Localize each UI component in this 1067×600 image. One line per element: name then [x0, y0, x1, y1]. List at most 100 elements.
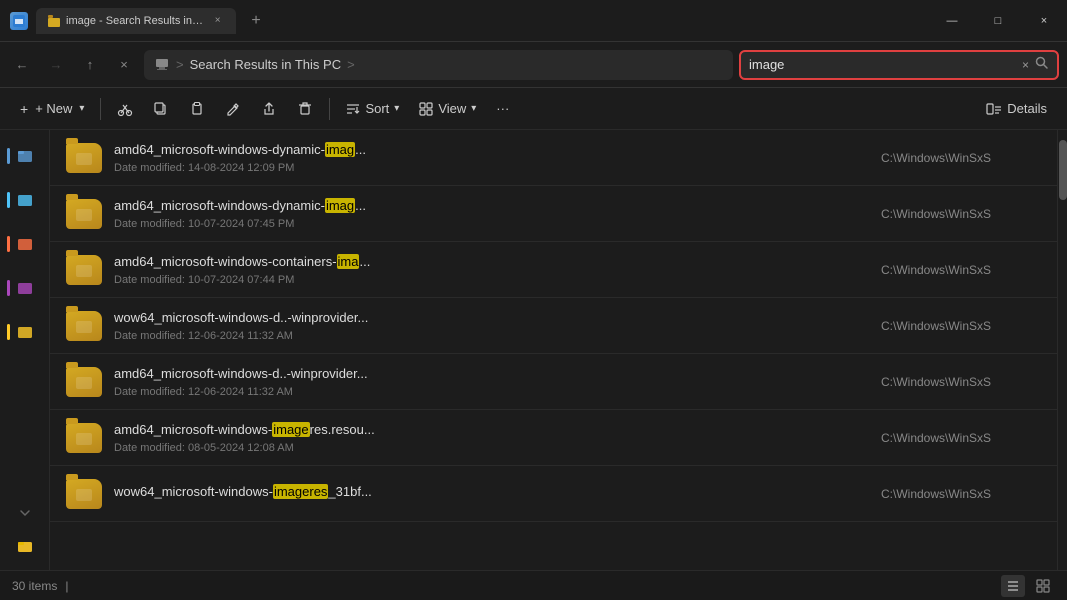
statusbar: 30 items |	[0, 570, 1067, 600]
sidebar-item-4[interactable]	[7, 270, 43, 306]
minimize-button[interactable]: —	[929, 0, 975, 42]
tab-close-button[interactable]: ×	[211, 14, 224, 28]
file-path: C:\Windows\WinSxS	[881, 487, 1041, 501]
file-name: wow64_microsoft-windows-imageres_31bf...	[114, 483, 869, 501]
more-button[interactable]: ···	[488, 94, 517, 124]
table-row[interactable]: amd64_microsoft-windows-dynamic-imag... D…	[50, 130, 1057, 186]
share-button[interactable]	[253, 94, 285, 124]
file-info: amd64_microsoft-windows-containers-ima..…	[114, 253, 869, 285]
highlight-text: imag	[325, 142, 355, 157]
file-path: C:\Windows\WinSxS	[881, 375, 1041, 389]
table-row[interactable]: wow64_microsoft-windows-d..-winprovider.…	[50, 298, 1057, 354]
file-date: Date modified: 10-07-2024 07:45 PM	[114, 218, 869, 230]
file-info: wow64_microsoft-windows-d..-winprovider.…	[114, 309, 869, 341]
sidebar-accent-3	[7, 236, 10, 252]
file-list: amd64_microsoft-windows-dynamic-imag... D…	[50, 130, 1057, 570]
cancel-button[interactable]: ×	[110, 51, 138, 79]
sidebar-item-2[interactable]	[7, 182, 43, 218]
scrollbar-track[interactable]	[1057, 130, 1067, 570]
path-separator-2: >	[347, 57, 355, 72]
window-controls: — □ ×	[929, 0, 1067, 42]
new-tab-button[interactable]: +	[244, 9, 268, 33]
folder-icon	[66, 199, 102, 229]
delete-button[interactable]	[289, 94, 321, 124]
file-info: amd64_microsoft-windows-dynamic-imag... D…	[114, 141, 869, 173]
highlight-text: image	[272, 422, 309, 437]
file-date: Date modified: 14-08-2024 12:09 PM	[114, 162, 869, 174]
search-clear-button[interactable]: ×	[1022, 58, 1029, 72]
statusbar-separator: |	[65, 579, 68, 593]
main-area: amd64_microsoft-windows-dynamic-imag... D…	[0, 130, 1067, 570]
file-date: Date modified: 10-07-2024 07:44 PM	[114, 274, 869, 286]
search-input[interactable]	[749, 57, 1016, 72]
view-button[interactable]: View ▾	[411, 94, 484, 124]
delete-icon	[297, 101, 313, 117]
sidebar-item-1[interactable]	[7, 138, 43, 174]
path-bar[interactable]: > Search Results in This PC >	[144, 50, 733, 80]
sidebar-accent-4	[7, 280, 10, 296]
file-name: amd64_microsoft-windows-d..-winprovider.…	[114, 365, 869, 383]
back-button[interactable]: ←	[8, 51, 36, 79]
view-toggle	[1001, 575, 1055, 597]
cut-button[interactable]	[109, 94, 141, 124]
sort-button[interactable]: Sort ▾	[338, 94, 407, 124]
maximize-button[interactable]: □	[975, 0, 1021, 42]
sidebar-item-5[interactable]	[7, 314, 43, 350]
app-icon	[10, 12, 28, 30]
active-tab[interactable]: image - Search Results in This | ×	[36, 8, 236, 34]
view-dropdown-icon: ▾	[471, 103, 476, 114]
paste-button[interactable]	[181, 94, 213, 124]
table-row[interactable]: amd64_microsoft-windows-containers-ima..…	[50, 242, 1057, 298]
up-button[interactable]: ↑	[76, 51, 104, 79]
sidebar-accent-1	[7, 148, 10, 164]
rename-button[interactable]	[217, 94, 249, 124]
tab-label: image - Search Results in This |	[66, 15, 205, 27]
search-go-button[interactable]	[1035, 56, 1049, 73]
file-name: amd64_microsoft-windows-dynamic-imag...	[114, 141, 869, 159]
file-date: Date modified: 12-06-2024 11:32 AM	[114, 386, 869, 398]
copy-icon	[153, 101, 169, 117]
sidebar-accent-2	[7, 192, 10, 208]
table-row[interactable]: amd64_microsoft-windows-dynamic-imag... D…	[50, 186, 1057, 242]
copy-button[interactable]	[145, 94, 177, 124]
file-name: amd64_microsoft-windows-dynamic-imag...	[114, 197, 869, 215]
file-list-area: amd64_microsoft-windows-dynamic-imag... D…	[50, 130, 1067, 570]
share-icon	[261, 101, 277, 117]
details-button[interactable]: Details	[978, 94, 1055, 124]
sort-dropdown-icon: ▾	[394, 103, 399, 114]
details-label: Details	[1007, 101, 1047, 116]
folder-icon	[66, 479, 102, 509]
item-count: 30 items	[12, 579, 57, 593]
new-button[interactable]: + + New ▾	[12, 94, 92, 124]
sidebar-folder[interactable]	[16, 537, 34, 558]
file-info: wow64_microsoft-windows-imageres_31bf...	[114, 483, 869, 503]
folder-icon	[66, 311, 102, 341]
new-icon: +	[20, 101, 28, 117]
path-separator-1: >	[176, 57, 184, 72]
scrollbar-thumb[interactable]	[1059, 140, 1067, 200]
table-row[interactable]: amd64_microsoft-windows-d..-winprovider.…	[50, 354, 1057, 410]
file-path: C:\Windows\WinSxS	[881, 319, 1041, 333]
new-label: + New	[33, 101, 72, 116]
table-row[interactable]: amd64_microsoft-windows-imageres.resou..…	[50, 410, 1057, 466]
sidebar-strip	[0, 130, 50, 570]
pc-icon	[154, 57, 170, 73]
folder-icon	[66, 367, 102, 397]
forward-button[interactable]: →	[42, 51, 70, 79]
folder-icon	[66, 255, 102, 285]
file-path: C:\Windows\WinSxS	[881, 207, 1041, 221]
list-view-button[interactable]	[1001, 575, 1025, 597]
grid-view-button[interactable]	[1031, 575, 1055, 597]
close-button[interactable]: ×	[1021, 0, 1067, 42]
file-date: Date modified: 12-06-2024 11:32 AM	[114, 330, 869, 342]
titlebar: image - Search Results in This | × + — □…	[0, 0, 1067, 42]
file-path: C:\Windows\WinSxS	[881, 431, 1041, 445]
toolbar-separator-1	[100, 98, 101, 120]
view-label: View	[438, 101, 466, 116]
sidebar-item-3[interactable]	[7, 226, 43, 262]
path-label: Search Results in This PC	[190, 57, 342, 72]
table-row[interactable]: wow64_microsoft-windows-imageres_31bf...…	[50, 466, 1057, 522]
sidebar-expand[interactable]	[16, 504, 34, 533]
search-box[interactable]: ×	[739, 50, 1059, 80]
file-path: C:\Windows\WinSxS	[881, 263, 1041, 277]
